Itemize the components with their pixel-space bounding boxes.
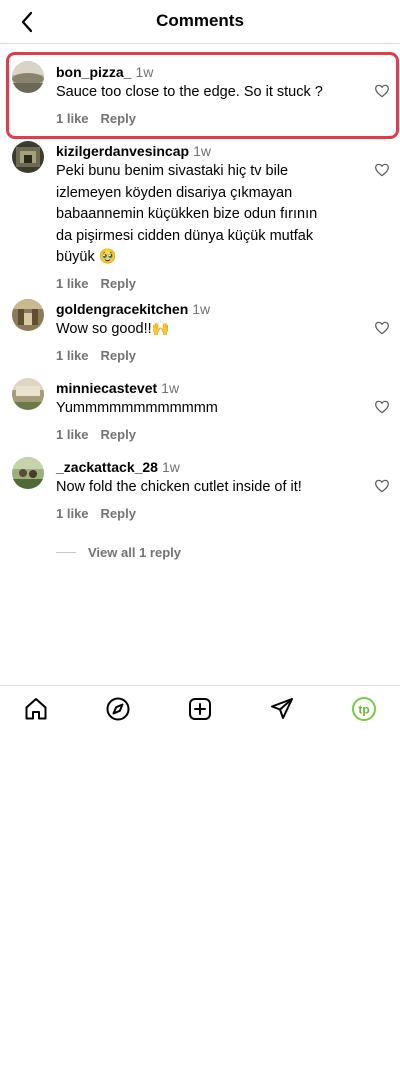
reply-button[interactable]: Reply <box>101 276 136 292</box>
comment-time: 1w <box>192 301 211 317</box>
comment-username[interactable]: goldengracekitchen <box>56 301 188 317</box>
heart-icon[interactable] <box>374 320 390 336</box>
nav-explore[interactable] <box>105 696 131 722</box>
heart-icon[interactable] <box>374 162 390 178</box>
view-replies-button[interactable]: View all 1 reply <box>56 543 181 561</box>
comment-time: 1w <box>161 459 180 475</box>
comment-text: Wow so good!!🙌 <box>56 321 170 337</box>
like-count[interactable]: 1 like <box>56 348 89 364</box>
comment-text: Sauce too close to the edge. So it stuck… <box>56 84 323 100</box>
comments-screen: Comments bon_pizza_ 1w Sauce too close to… <box>0 0 400 1080</box>
explore-compass-icon <box>106 697 130 721</box>
comment-username[interactable]: _zackattack_28 <box>56 459 158 475</box>
reply-button[interactable]: Reply <box>101 506 136 522</box>
bottom-nav: tp <box>0 685 400 731</box>
header: Comments <box>0 0 400 44</box>
comment-time: 1w <box>193 143 211 159</box>
reply-button[interactable]: Reply <box>101 427 136 443</box>
heart-icon[interactable] <box>374 83 390 99</box>
comment-item: _zackattack_28 1w Now fold the chicken cu… <box>0 449 400 528</box>
create-plus-icon <box>189 698 211 720</box>
like-count[interactable]: 1 like <box>56 276 89 292</box>
comment-text: Yummmmmmmmmmmm <box>56 400 218 416</box>
comment-text: Peki bunu benim sivastaki hiç tv bile iz… <box>56 163 318 265</box>
comments-list: bon_pizza_ 1w Sauce too close to the edge… <box>0 52 400 528</box>
profile-tp-icon: tp <box>352 697 376 721</box>
avatar[interactable] <box>12 378 44 410</box>
like-count[interactable]: 1 like <box>56 506 89 522</box>
like-count[interactable]: 1 like <box>56 427 89 443</box>
like-count[interactable]: 1 like <box>56 111 89 127</box>
comment-text: Now fold the chicken cutlet inside of it… <box>56 479 302 495</box>
comment-item: kizilgerdanvesincap 1w Peki bunu benim si… <box>0 133 400 291</box>
reply-divider <box>56 551 76 553</box>
comment-item: goldengracekitchen 1w Wow so good!!🙌 1 li… <box>0 291 400 370</box>
comment-time: 1w <box>135 64 154 80</box>
nav-create[interactable] <box>187 696 213 722</box>
comment-time: 1w <box>161 380 180 396</box>
nav-home[interactable] <box>23 696 49 722</box>
avatar[interactable] <box>12 141 44 173</box>
heart-icon[interactable] <box>374 399 390 415</box>
reply-button[interactable]: Reply <box>101 111 136 127</box>
avatar[interactable] <box>12 299 44 331</box>
home-icon <box>25 698 47 720</box>
direct-send-icon <box>271 698 293 719</box>
profile-initials: tp <box>358 703 369 717</box>
comment-item: minniecastevet 1w Yummmmmmmmmmmm 1 like R… <box>0 370 400 449</box>
reply-button[interactable]: Reply <box>101 348 136 364</box>
nav-profile[interactable]: tp <box>351 696 377 722</box>
comment-item: bon_pizza_ 1w Sauce too close to the edge… <box>0 52 400 139</box>
avatar[interactable] <box>12 457 44 489</box>
view-replies-label: View all 1 reply <box>88 544 181 560</box>
page-title: Comments <box>156 11 244 30</box>
avatar[interactable] <box>12 61 44 93</box>
comment-username[interactable]: minniecastevet <box>56 380 157 396</box>
comment-username[interactable]: bon_pizza_ <box>56 64 131 80</box>
heart-icon[interactable] <box>374 478 390 494</box>
nav-direct[interactable] <box>269 696 295 722</box>
comment-username[interactable]: kizilgerdanvesincap <box>56 143 189 159</box>
